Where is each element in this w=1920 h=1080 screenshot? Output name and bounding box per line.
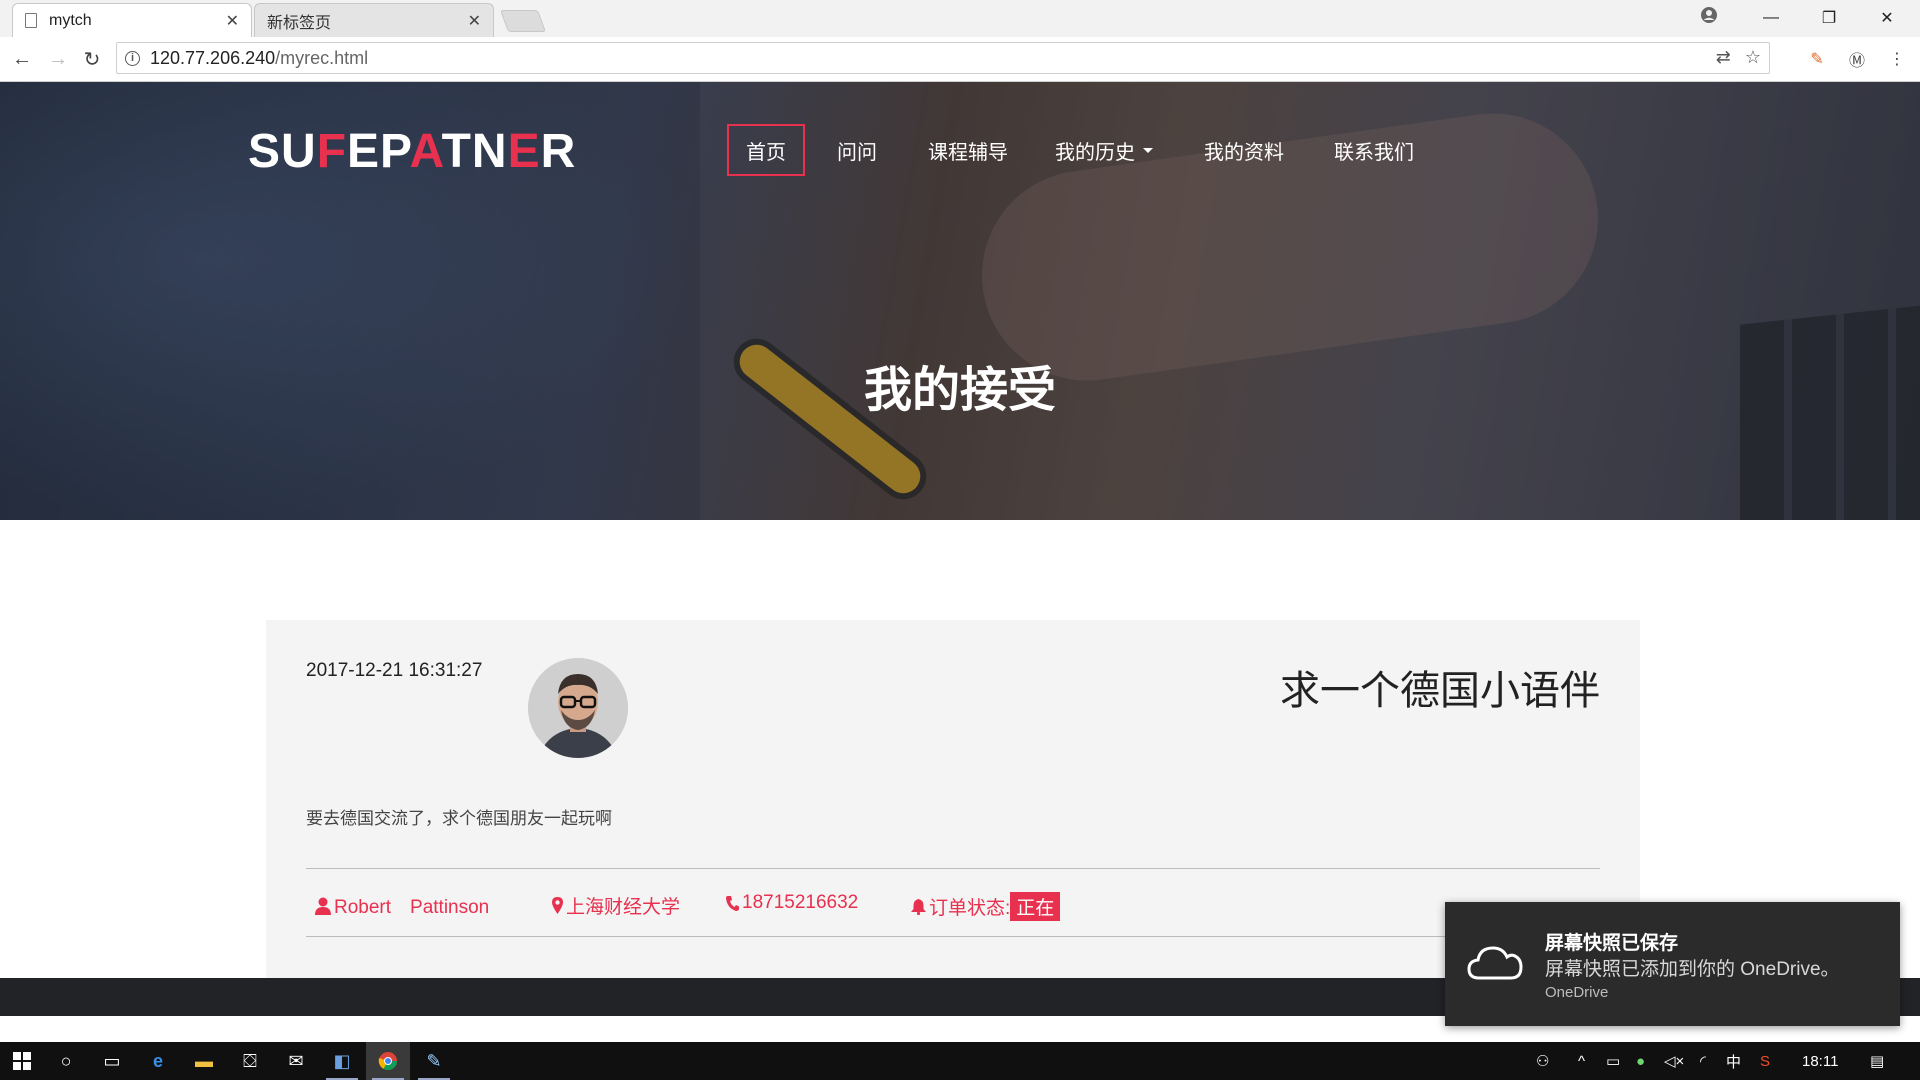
translate-icon[interactable]: ⇄ bbox=[1716, 47, 1731, 68]
tab-mytch[interactable]: mytch ✕ bbox=[12, 3, 252, 37]
windows-logo-icon bbox=[13, 1052, 31, 1070]
search-icon[interactable]: ○ bbox=[44, 1042, 88, 1080]
address-bar[interactable]: i 120.77.206.240/myrec.html ⇄ ☆ bbox=[116, 42, 1770, 74]
status-badge: 正在 bbox=[1010, 892, 1061, 921]
page-title: 我的接受 bbox=[863, 364, 1056, 417]
nav-contact-us[interactable]: 联系我们 bbox=[1326, 124, 1422, 176]
toast-title: 屏幕快照已保存 bbox=[1545, 933, 1679, 954]
battery-icon[interactable]: ▭ bbox=[1606, 1042, 1620, 1080]
bookmark-star-icon[interactable]: ☆ bbox=[1745, 47, 1761, 68]
mail-icon[interactable]: ✉ bbox=[274, 1042, 318, 1080]
map-marker-icon bbox=[552, 897, 563, 914]
toast-source: OneDrive bbox=[1545, 984, 1609, 1001]
onedrive-notification[interactable]: 屏幕快照已保存 屏幕快照已添加到你的 OneDrive。 OneDrive bbox=[1445, 902, 1900, 1026]
show-hidden-icons[interactable]: ^ bbox=[1578, 1042, 1585, 1080]
nav-my-profile[interactable]: 我的资料 bbox=[1196, 124, 1292, 176]
wechat-icon[interactable]: ● bbox=[1636, 1042, 1645, 1080]
sogou-ime-icon[interactable]: S bbox=[1760, 1042, 1770, 1080]
avatar bbox=[528, 658, 628, 758]
notepad-icon[interactable]: ✎ bbox=[412, 1042, 456, 1080]
nav-course-tutoring[interactable]: 课程辅导 bbox=[915, 124, 1021, 176]
restore-button[interactable]: ❐ bbox=[1806, 4, 1852, 32]
browser-tab-bar: mytch ✕ 新标签页 ✕ — ❐ ✕ bbox=[0, 0, 1920, 37]
nav-my-history[interactable]: 我的历史 bbox=[1048, 124, 1160, 176]
request-card: 2017-12-21 16:31:27 求一个德国小语伴 要去德国交流了，求个德… bbox=[266, 620, 1640, 980]
volume-muted-icon[interactable]: ◁× bbox=[1664, 1042, 1684, 1080]
meta-location: 上海财经大学 bbox=[552, 892, 680, 919]
browser-toolbar: ← → ↻ i 120.77.206.240/myrec.html ⇄ ☆ ✎ … bbox=[0, 37, 1920, 82]
menu-icon[interactable]: ⋮ bbox=[1885, 47, 1909, 71]
extension-m-icon[interactable]: Ⓜ bbox=[1845, 47, 1869, 71]
ime-indicator[interactable]: 中 bbox=[1726, 1042, 1741, 1080]
bell-icon bbox=[911, 898, 926, 915]
file-explorer-icon[interactable]: ▬ bbox=[182, 1042, 226, 1080]
request-title: 求一个德国小语伴 bbox=[1280, 669, 1600, 713]
chrome-icon[interactable] bbox=[366, 1042, 410, 1080]
page-icon bbox=[25, 13, 37, 28]
forward-icon[interactable]: → bbox=[44, 45, 72, 73]
new-tab-button[interactable] bbox=[499, 10, 547, 32]
nav-ask[interactable]: 问问 bbox=[822, 124, 892, 176]
store-icon[interactable]: ⛋ bbox=[228, 1042, 272, 1080]
reload-icon[interactable]: ↻ bbox=[78, 45, 106, 73]
extension-icon[interactable]: ✎ bbox=[1805, 47, 1829, 71]
tab-title: mytch bbox=[49, 11, 92, 29]
site-logo[interactable]: SUFEPATNER bbox=[248, 124, 576, 179]
phone-icon bbox=[726, 895, 739, 911]
clock[interactable]: 18:11 bbox=[1802, 1042, 1838, 1080]
chevron-down-icon bbox=[1143, 147, 1153, 153]
user-icon bbox=[315, 897, 331, 915]
task-view-icon[interactable]: ▭ bbox=[90, 1042, 134, 1080]
network-icon[interactable]: ◜ bbox=[1700, 1042, 1706, 1080]
tab-new-tab[interactable]: 新标签页 ✕ bbox=[254, 3, 494, 37]
start-button[interactable] bbox=[0, 1042, 44, 1080]
meta-phone: 18715216632 bbox=[726, 892, 858, 914]
request-description: 要去德国交流了，求个德国朋友一起玩啊 bbox=[306, 809, 612, 828]
info-icon[interactable]: i bbox=[125, 50, 140, 66]
back-icon[interactable]: ← bbox=[8, 45, 36, 73]
divider bbox=[306, 936, 1600, 937]
close-window-button[interactable]: ✕ bbox=[1864, 4, 1910, 32]
request-datetime: 2017-12-21 16:31:27 bbox=[306, 660, 483, 681]
windows-taskbar: ○ ▭ e ▬ ⛋ ✉ ◧ ✎ ⚇ ^ ▭ ● ◁× ◜ 中 S 18:11 ▤ bbox=[0, 1042, 1920, 1080]
close-tab-icon[interactable]: ✕ bbox=[226, 11, 239, 31]
people-icon[interactable]: ⚇ bbox=[1536, 1042, 1549, 1080]
toast-body: 屏幕快照已添加到你的 OneDrive。 bbox=[1545, 959, 1840, 980]
close-tab-icon[interactable]: ✕ bbox=[468, 11, 481, 31]
cloud-icon bbox=[1467, 946, 1523, 980]
meta-order-status: 订单状态: 正在 bbox=[911, 892, 1061, 921]
profile-icon[interactable] bbox=[1700, 6, 1718, 24]
app-icon[interactable]: ◧ bbox=[320, 1042, 364, 1080]
tab-title: 新标签页 bbox=[267, 14, 332, 32]
minimize-button[interactable]: — bbox=[1748, 4, 1794, 32]
edge-icon[interactable]: e bbox=[136, 1042, 180, 1080]
url-text: 120.77.206.240/myrec.html bbox=[150, 47, 369, 68]
nav-home[interactable]: 首页 bbox=[727, 124, 805, 176]
action-center-icon[interactable]: ▤ bbox=[1870, 1042, 1884, 1080]
meta-name: Robert Pattinson bbox=[315, 892, 489, 919]
divider bbox=[306, 868, 1600, 869]
